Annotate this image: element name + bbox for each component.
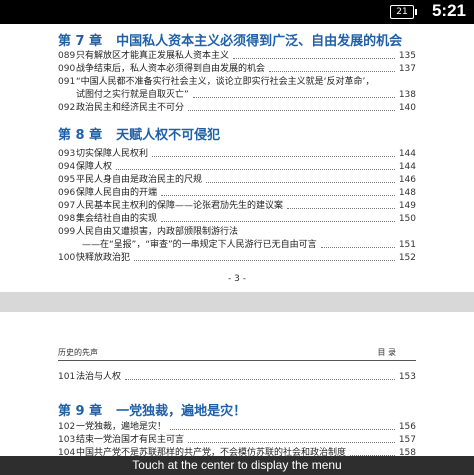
chapter-title: 天赋人权不可侵犯 xyxy=(116,128,221,143)
toc-entry-continued[interactable]: ——在“呈报”，“审查”的一串规定下人民游行已无自由可言 151 xyxy=(58,239,416,252)
entry-page: 148 xyxy=(398,188,416,198)
entry-page: 135 xyxy=(398,51,416,61)
toc-entry[interactable]: 089 只有解放区才能真正发展私人资本主义 135 xyxy=(58,50,416,63)
entry-number: 093 xyxy=(58,149,76,159)
entry-title: 政治民主和经济民主不可分 xyxy=(76,103,185,113)
entry-number: 098 xyxy=(58,214,76,224)
entry-number: 089 xyxy=(58,51,76,61)
entry-number: 096 xyxy=(58,188,76,198)
book-page-1[interactable]: 第 7 章中国私人资本主义必须得到广泛、自由发展的机会 089 只有解放区才能真正… xyxy=(0,24,474,292)
entry-page: 153 xyxy=(398,372,416,382)
toc-entry[interactable]: 099 人民自由又遭损害，内政部颁限制游行法 xyxy=(58,226,416,239)
entry-number: 091 xyxy=(58,77,76,87)
entry-number: 097 xyxy=(58,201,76,211)
entry-number: 101 xyxy=(58,372,76,382)
entry-title: “中国人民都不准备实行社会主义，谈论立即实行社会主义就是‘反对革命’， xyxy=(76,77,375,87)
toc-entry[interactable]: 102 一党独裁，遍地是灾！ 156 xyxy=(58,421,416,434)
toc-entry[interactable]: 095 平民人身自由是政治民主的尺规 146 xyxy=(58,174,416,187)
entry-number xyxy=(58,239,82,252)
entry-page: 152 xyxy=(398,253,416,263)
entry-page: 156 xyxy=(398,422,416,432)
entry-title: 结束一党治国才有民主可言 xyxy=(76,435,185,445)
toc-entry[interactable]: 092 政治民主和经济民主不可分 140 xyxy=(58,102,416,115)
entry-title: 一党独裁，遍地是灾！ xyxy=(76,422,167,432)
battery-icon: 21 xyxy=(390,5,417,19)
chapter-title: 中国私人资本主义必须得到广泛、自由发展的机会 xyxy=(116,34,403,49)
entry-number: 102 xyxy=(58,422,76,432)
entry-number: 090 xyxy=(58,64,76,74)
toc-entry[interactable]: 097 人民基本民主权利的保障——论张君劢先生的建议案 149 xyxy=(58,200,416,213)
entry-number: 100 xyxy=(58,253,76,263)
entry-page: 151 xyxy=(398,240,416,250)
page-separator xyxy=(0,292,474,312)
entry-title: 人民自由又遭损害，内政部颁限制游行法 xyxy=(76,227,239,237)
entry-title: 法治与人权 xyxy=(76,372,122,382)
running-head-right: 目 录 xyxy=(377,348,396,357)
entry-page: 137 xyxy=(398,64,416,74)
entry-page: 149 xyxy=(398,201,416,211)
entry-number xyxy=(58,89,76,102)
entry-title: 保障人权 xyxy=(76,162,113,172)
chapter-title: 一党独裁，遍地是灾！ xyxy=(116,404,247,419)
chapter-8-heading: 第 8 章天赋人权不可侵犯 xyxy=(58,124,220,143)
entry-title: 人民基本民主权利的保障——论张君劢先生的建议案 xyxy=(76,201,284,211)
entry-page: 146 xyxy=(398,175,416,185)
clock: 5:21 xyxy=(431,1,466,20)
toc-entry[interactable]: 100 快释放政治犯 152 xyxy=(58,252,416,265)
chapter-7-heading: 第 7 章中国私人资本主义必须得到广泛、自由发展的机会 xyxy=(58,30,402,49)
toc-entry[interactable]: 096 保障人民自由的开端 148 xyxy=(58,187,416,200)
toc-entry[interactable]: 090 战争结束后，私人资本必须得到自由发展的机会 137 xyxy=(58,63,416,76)
book-page-2[interactable]: 历史的先声 目 录 101 法治与人权 153 第 9 章一党独裁，遍地是灾！ 10… xyxy=(0,312,474,475)
entry-number: 103 xyxy=(58,435,76,445)
entry-title: 只有解放区才能真正发展私人资本主义 xyxy=(76,51,230,61)
entry-title: 试图付之实行就是自取灭亡” xyxy=(76,90,189,100)
toc-entry[interactable]: 101 法治与人权 153 xyxy=(58,371,416,384)
chapter-number: 第 9 章 xyxy=(58,404,103,419)
entry-title: 平民人身自由是政治民主的尺规 xyxy=(76,175,203,185)
entry-page: 150 xyxy=(398,214,416,224)
entry-title: 战争结束后，私人资本必须得到自由发展的机会 xyxy=(76,64,266,74)
toc-entry-continued[interactable]: 试图付之实行就是自取灭亡” 138 xyxy=(58,89,416,102)
menu-hint-overlay[interactable]: Touch at the center to display the menu xyxy=(0,456,474,475)
entry-number: 095 xyxy=(58,175,76,185)
running-head-left: 历史的先声 xyxy=(58,348,98,357)
entry-page: 138 xyxy=(398,90,416,100)
running-head: 历史的先声 目 录 xyxy=(58,346,416,361)
chapter-number: 第 8 章 xyxy=(58,128,103,143)
entry-title: 保障人民自由的开端 xyxy=(76,188,158,198)
entry-number: 092 xyxy=(58,103,76,113)
entry-page: 144 xyxy=(398,149,416,159)
toc-entry[interactable]: 091 “中国人民都不准备实行社会主义，谈论立即实行社会主义就是‘反对革命’， xyxy=(58,76,416,89)
entry-title: ——在“呈报”，“审查”的一串规定下人民游行已无自由可言 xyxy=(82,240,317,250)
chapter-9-heading: 第 9 章一党独裁，遍地是灾！ xyxy=(58,400,246,419)
entry-page: 144 xyxy=(398,162,416,172)
entry-number: 099 xyxy=(58,227,76,237)
entry-title: 集会结社自由的实现 xyxy=(76,214,158,224)
page-number: - 3 - xyxy=(228,274,246,284)
chapter-number: 第 7 章 xyxy=(58,34,103,49)
entry-number: 094 xyxy=(58,162,76,172)
entry-title: 切实保障人民权利 xyxy=(76,149,149,159)
toc-entry[interactable]: 093 切实保障人民权利 144 xyxy=(58,148,416,161)
toc-entry[interactable]: 103 结束一党治国才有民主可言 157 xyxy=(58,434,416,447)
toc-entry[interactable]: 094 保障人权 144 xyxy=(58,161,416,174)
entry-title: 快释放政治犯 xyxy=(76,253,131,263)
toc-entry[interactable]: 098 集会结社自由的实现 150 xyxy=(58,213,416,226)
entry-page: 157 xyxy=(398,435,416,445)
entry-page: 140 xyxy=(398,103,416,113)
status-bar: 21 5:21 xyxy=(0,0,474,24)
